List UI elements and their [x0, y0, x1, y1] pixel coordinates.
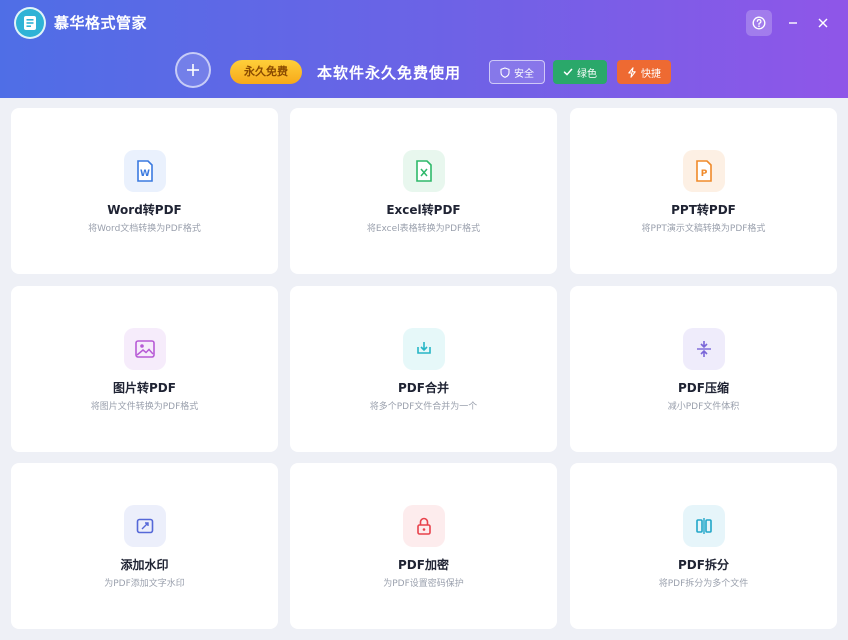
card-word-to-pdf[interactable]: W Word转PDF 将Word文档转换为PDF格式: [11, 108, 278, 274]
fast-tag: 快捷: [617, 60, 671, 84]
card-title: PDF合并: [398, 381, 449, 395]
card-pdf-compress[interactable]: PDF压缩 减小PDF文件体积: [570, 286, 837, 452]
card-title: 图片转PDF: [113, 381, 176, 395]
safe-tag: 安全: [489, 60, 545, 84]
title-bar: 慕华格式管家 永久免费 本软件永久免费使用 安全 绿色 快捷: [0, 0, 848, 98]
app-title: 慕华格式管家: [54, 14, 148, 32]
watermark-icon: [123, 505, 166, 547]
green-tag: 绿色: [553, 60, 607, 84]
card-ppt-to-pdf[interactable]: P PPT转PDF 将PPT演示文稿转换为PDF格式: [570, 108, 837, 274]
card-title: PDF拆分: [678, 558, 729, 572]
close-button[interactable]: [810, 10, 836, 36]
svg-text:P: P: [700, 169, 707, 179]
app-logo-icon: [14, 7, 46, 39]
help-button[interactable]: [746, 10, 772, 36]
shield-icon: [500, 66, 510, 78]
excel-file-icon: [402, 150, 445, 192]
help-icon: [752, 16, 766, 30]
card-add-watermark[interactable]: 添加水印 为PDF添加文字水印: [11, 463, 278, 629]
close-icon: [818, 18, 828, 28]
card-description: 将PDF拆分为多个文件: [658, 579, 749, 589]
plus-icon[interactable]: [175, 52, 211, 88]
fast-tag-label: 快捷: [641, 68, 661, 80]
split-icon: [682, 505, 725, 547]
card-pdf-merge[interactable]: PDF合并 将多个PDF文件合并为一个: [290, 286, 557, 452]
card-title: Word转PDF: [107, 203, 182, 217]
card-description: 减小PDF文件体积: [667, 402, 740, 412]
card-description: 将Excel表格转换为PDF格式: [366, 224, 481, 234]
merge-icon: [402, 328, 445, 370]
card-pdf-encrypt[interactable]: PDF加密 为PDF设置密码保护: [290, 463, 557, 629]
card-image-to-pdf[interactable]: 图片转PDF 将图片文件转换为PDF格式: [11, 286, 278, 452]
card-description: 将图片文件转换为PDF格式: [90, 402, 199, 412]
safe-tag-label: 安全: [514, 68, 534, 80]
card-title: PDF压缩: [678, 381, 729, 395]
card-title: 添加水印: [120, 558, 169, 572]
check-icon: [563, 68, 573, 76]
card-description: 将PPT演示文稿转换为PDF格式: [641, 224, 766, 234]
ppt-file-icon: P: [682, 150, 725, 192]
word-file-icon: W: [123, 150, 166, 192]
lock-icon: [402, 505, 445, 547]
card-description: 将多个PDF文件合并为一个: [369, 402, 478, 412]
card-description: 将Word文档转换为PDF格式: [88, 224, 201, 234]
free-badge: 永久免费: [230, 60, 302, 84]
banner-slogan: 本软件永久免费使用: [317, 64, 462, 82]
svg-text:W: W: [140, 169, 150, 179]
green-tag-label: 绿色: [577, 68, 597, 80]
card-pdf-split[interactable]: PDF拆分 将PDF拆分为多个文件: [570, 463, 837, 629]
card-title: PPT转PDF: [671, 203, 736, 217]
lightning-icon: [628, 66, 636, 78]
minimize-button[interactable]: [780, 10, 806, 36]
compress-icon: [682, 328, 725, 370]
minimize-icon: [789, 22, 797, 24]
card-excel-to-pdf[interactable]: Excel转PDF 将Excel表格转换为PDF格式: [290, 108, 557, 274]
card-title: PDF加密: [398, 558, 449, 572]
card-description: 为PDF添加文字水印: [104, 579, 185, 589]
card-title: Excel转PDF: [386, 203, 461, 217]
image-icon: [123, 328, 166, 370]
card-description: 为PDF设置密码保护: [383, 579, 464, 589]
